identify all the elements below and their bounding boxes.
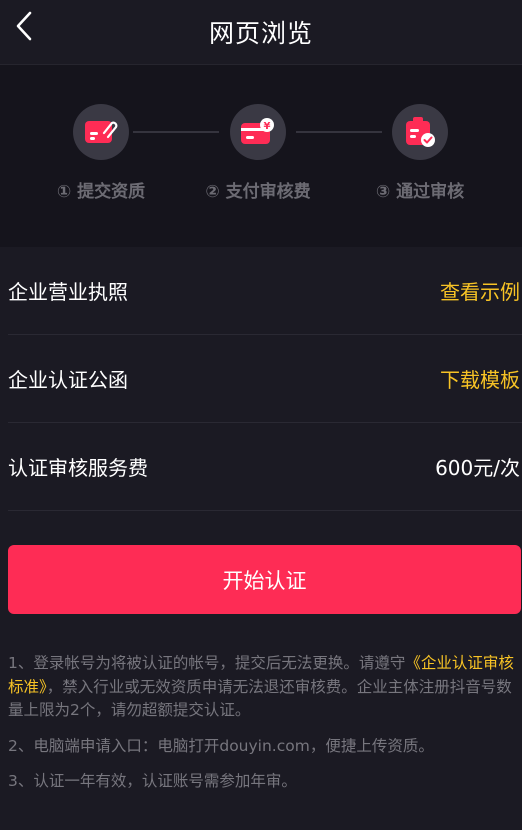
page-title: 网页浏览 [208,19,313,48]
note-item: 2、电脑端申请入口：电脑打开douyin.com，便捷上传资质。 [8,736,434,755]
step-pay-fee: ¥ ② 支付审核费 [178,104,338,214]
top-bar: 网页浏览 [0,0,522,65]
notes-section: 1、登录帐号为将被认证的帐号，提交后无法更换。请遵守《企业认证审核标准》，禁入行… [8,652,518,806]
note-item: 3、认证一年有效，认证账号需参加年审。 [8,772,297,790]
download-template-link[interactable]: 下载模板 [440,364,522,393]
service-fee-value: 600元/次 [435,456,520,480]
back-button[interactable] [6,8,42,44]
svg-text:¥: ¥ [264,121,271,132]
row-service-fee: 认证审核服务费 600元/次 [8,423,522,511]
step-icon-circle: ¥ [230,104,286,160]
payment-card-icon: ¥ [241,118,274,144]
chevron-left-icon [16,11,32,41]
row-label: 企业认证公函 [8,368,128,392]
row-business-license: 企业营业执照 查看示例 [8,247,522,335]
step-approved: ③ 通过审核 [340,104,500,214]
row-certification-letter: 企业认证公函 下载模板 [8,335,522,423]
requirements-list: 企业营业执照 查看示例 企业认证公函 下载模板 认证审核服务费 600元/次 [8,247,522,511]
note-text: ，禁入行业或无效资质申请无法退还审核费。企业主体注册抖音号数量上限为2个，请勿超… [8,677,512,720]
certification-steps: ① 提交资质 ¥ ② 支付审核费 ③ 通过审核 [0,65,522,247]
row-label: 企业营业执照 [8,280,128,304]
step-submit-qualification: ① 提交资质 [21,104,181,214]
step-label: ③ 通过审核 [375,182,465,202]
approved-badge-icon [406,117,435,147]
note-text: 1、登录帐号为将被认证的帐号，提交后无法更换。请遵守 [8,654,406,672]
note-item: 1、登录帐号为将被认证的帐号，提交后无法更换。请遵守《企业认证审核标准》，禁入行… [8,652,518,723]
step-icon-circle [392,104,448,160]
start-certification-button[interactable]: 开始认证 [8,545,521,614]
step-icon-circle [73,104,129,160]
view-example-link[interactable]: 查看示例 [440,276,522,305]
row-label: 认证审核服务费 [8,456,148,480]
license-card-icon [85,121,118,143]
step-label: ② 支付审核费 [205,182,311,202]
step-label: ① 提交资质 [56,182,146,202]
